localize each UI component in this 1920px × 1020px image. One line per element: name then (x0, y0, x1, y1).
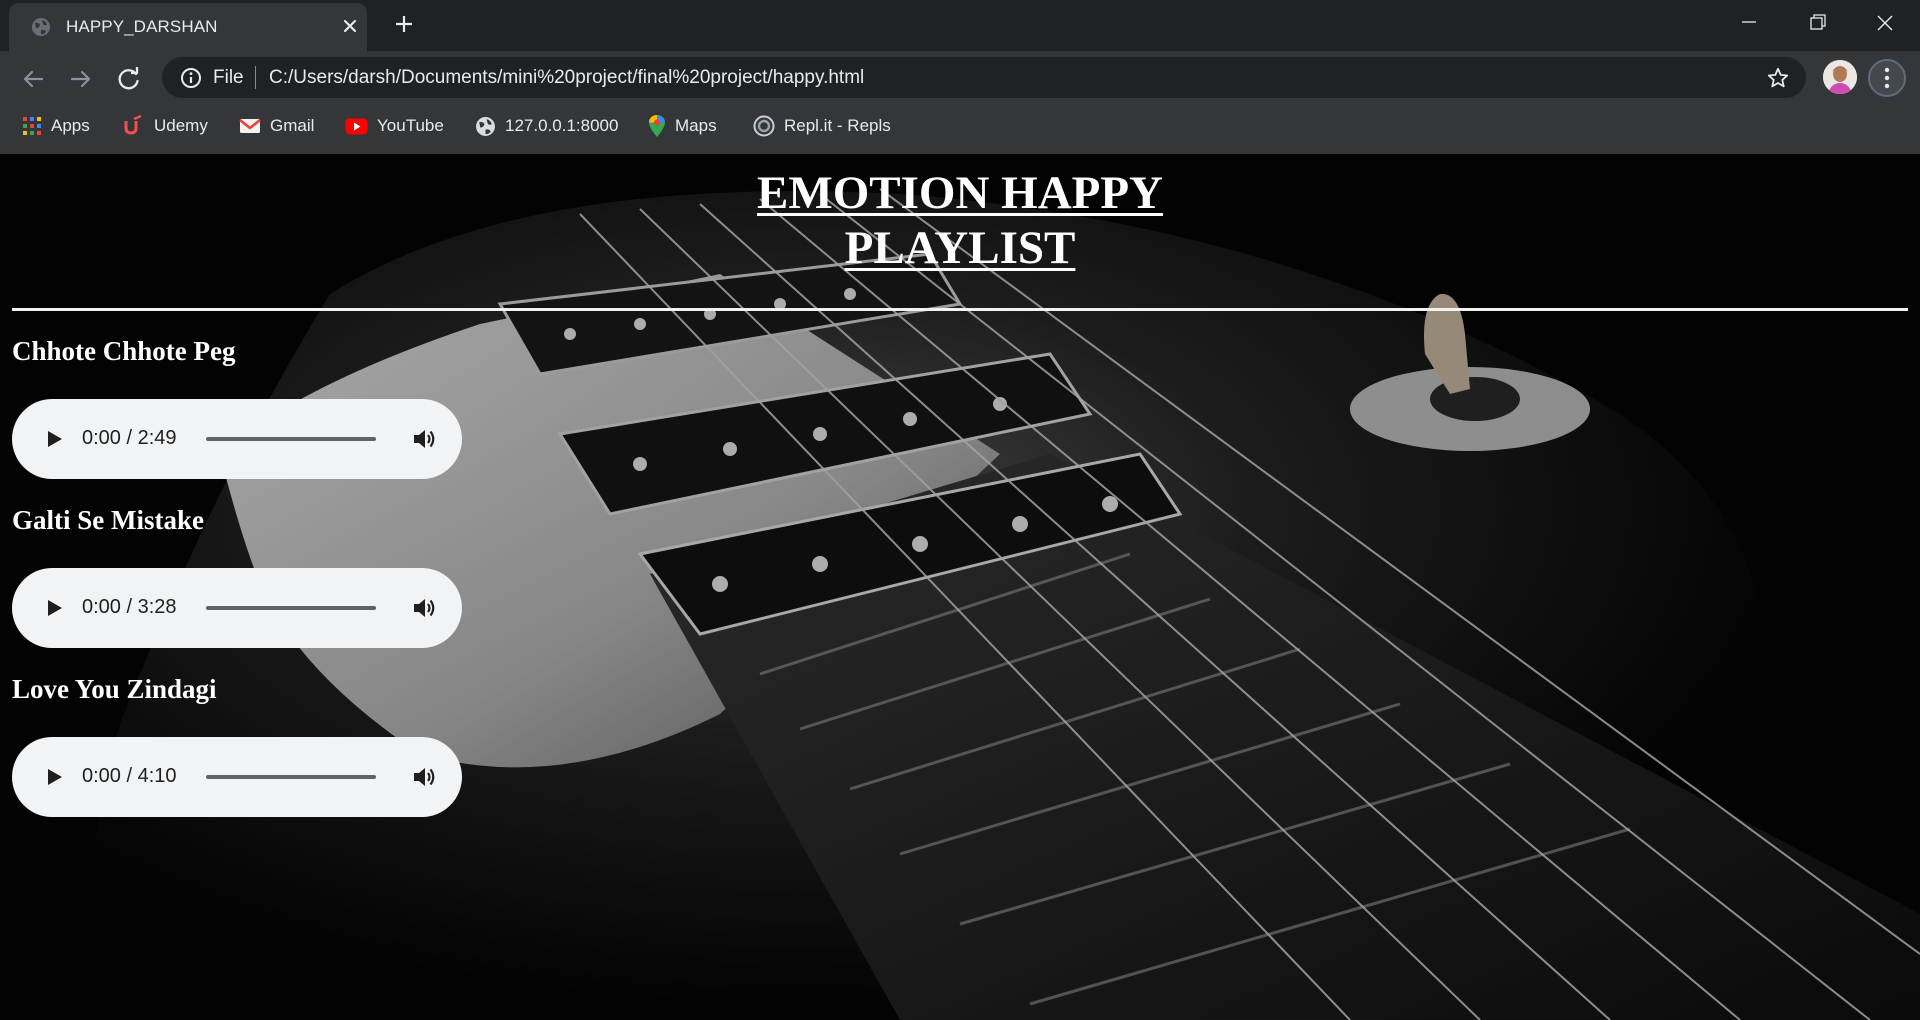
address-separator (255, 66, 256, 89)
bookmark-label: 127.0.0.1:8000 (505, 116, 619, 135)
maps-pin-icon (649, 115, 665, 137)
bookmark-label: Gmail (270, 116, 315, 135)
audio-time: 0:00 / 4:10 (82, 765, 177, 787)
seek-bar[interactable] (206, 606, 376, 610)
song-title: Love You Zindagi (12, 674, 217, 704)
bookmark-udemy[interactable]: Udemy (123, 114, 208, 138)
close-window-icon[interactable] (1868, 8, 1902, 38)
volume-icon[interactable] (411, 595, 437, 621)
bookmark-youtube[interactable]: YouTube (345, 114, 444, 138)
browser-tab-active[interactable]: HAPPY_DARSHAN (9, 3, 367, 51)
bookmark-label: Udemy (154, 116, 208, 135)
bookmark-label: YouTube (377, 116, 444, 135)
tab-title: HAPPY_DARSHAN (66, 17, 218, 36)
song-title: Chhote Chhote Peg (12, 336, 236, 366)
audio-time: 0:00 / 2:49 (82, 427, 177, 449)
bookmark-label: Apps (51, 116, 90, 135)
play-icon[interactable] (43, 766, 65, 788)
forward-arrow-icon[interactable] (66, 64, 96, 94)
profile-avatar-image (1823, 60, 1857, 94)
bookmark-label: Repl.it - Repls (784, 116, 891, 135)
seek-bar[interactable] (206, 775, 376, 779)
youtube-icon (345, 118, 368, 134)
seek-bar[interactable] (206, 437, 376, 441)
play-icon[interactable] (43, 597, 65, 619)
song-title: Galti Se Mistake (12, 505, 204, 535)
bookmark-apps[interactable]: Apps (22, 114, 90, 138)
udemy-icon (124, 115, 142, 135)
audio-player[interactable]: 0:00 / 3:28 (12, 568, 462, 648)
volume-icon[interactable] (411, 764, 437, 790)
tab-strip: HAPPY_DARSHAN (0, 0, 1920, 51)
bookmark-replit[interactable]: Repl.it - Repls (753, 114, 891, 138)
replit-icon (753, 115, 775, 137)
address-scheme-label: File (213, 67, 244, 88)
horizontal-rule (12, 308, 1908, 311)
audio-player[interactable]: 0:00 / 4:10 (12, 737, 462, 817)
bookmarks-bar: Apps Udemy Gmail YouTube 127.0.0.1:8000 (0, 106, 1920, 146)
page-content: EMOTION HAPPY PLAYLIST Chhote Chhote Peg… (0, 154, 1920, 1020)
close-tab-icon[interactable] (339, 15, 361, 37)
restore-window-icon[interactable] (1800, 8, 1834, 38)
profile-avatar[interactable] (1823, 60, 1857, 94)
address-url[interactable]: C:/Users/darsh/Documents/mini%20project/… (269, 67, 864, 89)
site-info-icon[interactable] (180, 67, 202, 89)
bookmark-localhost[interactable]: 127.0.0.1:8000 (475, 114, 618, 138)
bookmark-maps[interactable]: Maps (648, 114, 717, 138)
new-tab-icon[interactable] (392, 12, 416, 36)
apps-grid-icon (23, 117, 41, 135)
page-title: EMOTION HAPPY PLAYLIST (0, 166, 1920, 276)
browser-menu-button[interactable] (1868, 59, 1906, 97)
reload-icon[interactable] (114, 64, 144, 94)
minimize-window-icon[interactable] (1732, 8, 1766, 38)
bookmark-label: Maps (675, 116, 717, 135)
bookmark-star-icon[interactable] (1766, 66, 1790, 90)
address-bar[interactable]: File C:/Users/darsh/Documents/mini%20pro… (162, 57, 1806, 98)
play-icon[interactable] (43, 428, 65, 450)
volume-icon[interactable] (411, 426, 437, 452)
globe-icon (32, 18, 50, 36)
gmail-icon (239, 118, 261, 133)
audio-player[interactable]: 0:00 / 2:49 (12, 399, 462, 479)
globe-icon (476, 116, 495, 136)
three-dots-menu-icon (1884, 67, 1890, 89)
back-arrow-icon[interactable] (18, 64, 48, 94)
page-title-line-2: PLAYLIST (844, 222, 1076, 274)
page-title-line-1: EMOTION HAPPY (756, 167, 1164, 219)
audio-time: 0:00 / 3:28 (82, 596, 177, 618)
bookmark-gmail[interactable]: Gmail (239, 114, 314, 138)
